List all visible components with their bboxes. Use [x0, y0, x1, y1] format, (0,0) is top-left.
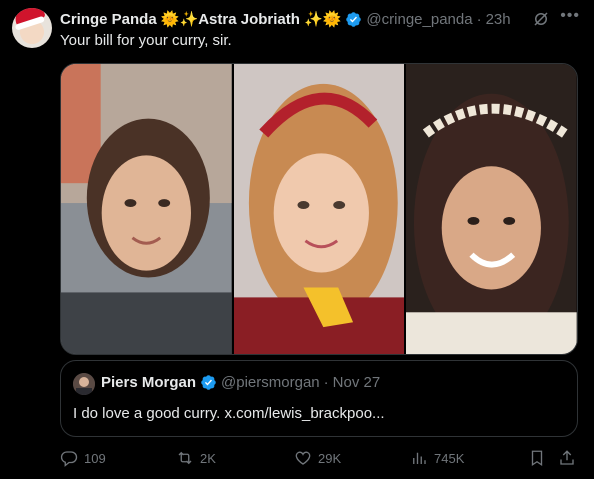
quoted-display-name[interactable]: Piers Morgan [101, 374, 196, 391]
tweet-header: Cringe Panda 🌞✨Astra Jobriath ✨🌞 @cringe… [60, 7, 582, 29]
tweet-text: Your bill for your curry, sir. [60, 32, 232, 49]
author-display-name[interactable]: Cringe Panda 🌞✨Astra Jobriath ✨🌞 [60, 10, 341, 28]
reply-icon [60, 451, 78, 467]
separator: · [476, 10, 482, 28]
more-icon[interactable]: ••• [560, 7, 580, 25]
media-grid[interactable] [60, 63, 578, 355]
reply-count: 109 [84, 450, 106, 466]
share-icon [560, 450, 574, 465]
grok-icon[interactable] [532, 10, 550, 28]
quoted-text: I do love a good curry. x.com/lewis_brac… [73, 405, 385, 422]
heart-icon [295, 451, 311, 465]
action-bar: 109 2K 29K 745K [60, 449, 578, 469]
like-button[interactable]: 29K [294, 449, 341, 467]
quoted-tweet[interactable]: Piers Morgan @piersmorgan · Nov 27 I do … [60, 360, 578, 437]
photo-1[interactable] [61, 64, 232, 354]
like-count: 29K [318, 450, 342, 466]
share-button[interactable] [558, 449, 582, 467]
retweet-count: 2K [200, 450, 216, 466]
quoted-header: Piers Morgan @piersmorgan · Nov 27 [101, 374, 380, 391]
quoted-handle[interactable]: @piersmorgan [221, 374, 320, 391]
reply-button[interactable]: 109 [60, 449, 106, 467]
verified-badge-icon [201, 375, 216, 390]
views-button[interactable]: 745K [410, 449, 464, 467]
view-count: 745K [434, 450, 465, 466]
retweet-icon [178, 451, 192, 465]
tweet-time[interactable]: 23h [486, 11, 511, 28]
photo-3[interactable] [406, 64, 577, 354]
photo-2[interactable] [233, 64, 405, 354]
author-avatar[interactable] [12, 8, 52, 48]
verified-badge-icon [346, 11, 362, 27]
quoted-time[interactable]: Nov 27 [333, 374, 381, 391]
bookmark-icon [531, 450, 543, 467]
separator: · [323, 374, 329, 391]
quoted-author-avatar[interactable] [73, 373, 95, 395]
author-handle[interactable]: @cringe_panda [366, 11, 472, 28]
retweet-button[interactable]: 2K [176, 449, 216, 467]
santa-hat-icon [12, 8, 46, 27]
views-icon [413, 452, 426, 464]
bookmark-button[interactable] [528, 449, 552, 467]
